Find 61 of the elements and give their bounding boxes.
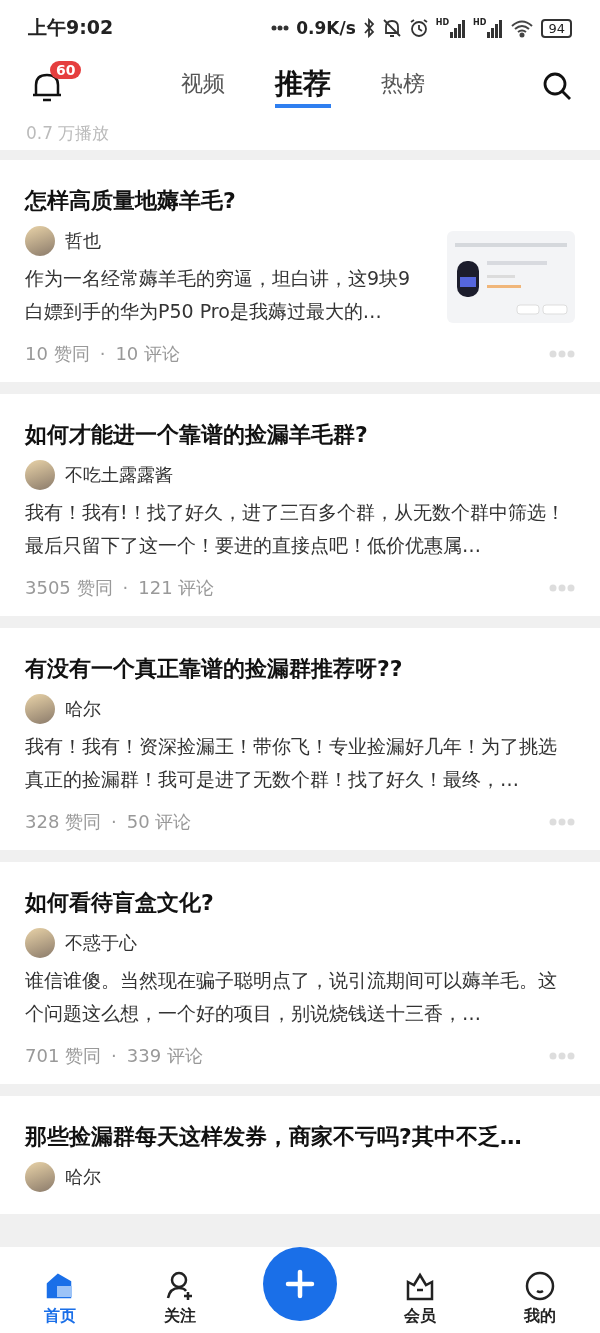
crown-box-icon <box>404 1270 436 1302</box>
search-icon[interactable] <box>542 71 572 101</box>
hd-label: HD <box>473 18 487 27</box>
notification-badge: 60 <box>50 61 82 79</box>
bluetooth-icon <box>362 18 375 38</box>
author-name[interactable]: 哈尔 <box>65 697 101 721</box>
network-speed: 0.9K/s <box>296 18 356 38</box>
nav-item[interactable]: 首页 <box>0 1270 120 1327</box>
feed-card[interactable]: 如何看待盲盒文化? 不惑于心 谁信谁傻。当然现在骗子聪明点了，说引流期间可以薅羊毛。这个问题这么想，一个好的项目，别说烧钱送十三香，… 701 赞同 · 339 评论 <box>0 862 600 1084</box>
dots-icon <box>271 25 290 31</box>
separator-dot: · <box>122 577 129 598</box>
signal-icon <box>450 18 467 38</box>
nav-item[interactable]: 会员 <box>360 1270 480 1327</box>
comment-count: 339 评论 <box>126 1045 203 1066</box>
author-name[interactable]: 不惑于心 <box>65 931 137 955</box>
question-title[interactable]: 有没有一个真正靠谱的捡漏群推荐呀?? <box>25 654 575 684</box>
feed-card[interactable]: 如何才能进一个靠谱的捡漏羊毛群? 不吃土露露酱 我有！我有!！找了好久，进了三百多个群，从无数个群中筛选！最后只留下了这一个！要进的直接点吧！低价优惠属… 3505 赞同 · 121 评论 <box>0 394 600 616</box>
comment-count: 10 评论 <box>115 343 180 364</box>
like-count: 701 赞同 <box>25 1045 102 1066</box>
separator-dot: · <box>111 1045 117 1066</box>
answer-excerpt: 作为一名经常薅羊毛的穷逼，坦白讲，这9块9白嫖到手的华为P50 Pro是我薅过最大的… <box>25 266 412 324</box>
feed-card[interactable]: 怎样高质量地薅羊毛? 哲也 作为一名经常薅羊毛的穷逼，坦白讲，这9块9白嫖到手的华为P50 Pro是我薅过最大的… 10 赞同 · 10 评论 <box>0 160 600 382</box>
view-count: 0.7 万播放 <box>26 122 110 145</box>
answer-excerpt: 我有！我有!！找了好久，进了三百多个群，从无数个群中筛选！最后只留下了这一个！要进的直接点吧！低价优惠属… <box>25 500 566 558</box>
question-title[interactable]: 怎样高质量地薅羊毛? <box>25 186 575 216</box>
feed-card[interactable]: 那些捡漏群每天这样发券，商家不亏吗?其中不乏… 哈尔 <box>0 1096 600 1214</box>
nav-item[interactable]: 我的 <box>480 1270 600 1327</box>
alarm-icon <box>408 18 429 38</box>
avatar[interactable] <box>25 226 55 256</box>
hd-label: HD <box>435 18 450 27</box>
tab[interactable]: 推荐 <box>275 64 331 108</box>
comment-count: 121 评论 <box>138 577 215 598</box>
separator-dot: · <box>99 343 106 364</box>
battery-level: 94 <box>541 18 572 38</box>
plus-icon <box>285 1269 315 1299</box>
question-title[interactable]: 如何看待盲盒文化? <box>25 888 575 918</box>
separator-dot: · <box>111 811 117 832</box>
author-name[interactable]: 哲也 <box>65 229 101 253</box>
comment-count: 50 评论 <box>126 811 192 832</box>
signal-icon <box>487 18 504 38</box>
avatar[interactable] <box>25 460 55 490</box>
like-count: 328 赞同 <box>25 811 102 832</box>
tab[interactable]: 热榜 <box>381 68 425 104</box>
answer-excerpt: 谁信谁傻。当然现在骗子聪明点了，说引流期间可以薅羊毛。这个问题这么想，一个好的项目，别说烧钱送十三香，… <box>25 968 558 1026</box>
tab[interactable]: 视频 <box>181 68 225 104</box>
nav-item[interactable]: 关注 <box>120 1270 240 1327</box>
like-count: 10 赞同 <box>25 343 90 364</box>
avatar[interactable] <box>25 694 55 724</box>
author-name[interactable]: 不吃土露露酱 <box>65 463 173 487</box>
answer-excerpt: 我有！我有！资深捡漏王！带你飞！专业捡漏好几年！为了挑选真正的捡漏群！我可是进了无数个群！找了好久！最终，… <box>25 734 558 792</box>
avatar[interactable] <box>25 928 55 958</box>
author-name[interactable]: 哈尔 <box>65 1165 101 1189</box>
feed-card[interactable]: 有没有一个真正靠谱的捡漏群推荐呀?? 哈尔 我有！我有！资深捡漏王！带你飞！专业捡漏好几年！为了挑选真正的捡漏群！我可是进了无数个群！找了好久！最终，… 328 赞同 · 50 评论 <box>0 628 600 850</box>
avatar[interactable] <box>25 1162 55 1192</box>
like-count: 3505 赞同 <box>25 577 113 598</box>
muted-bell-icon <box>381 18 402 38</box>
smiley-icon <box>524 1270 556 1302</box>
clock-time: 上午9:02 <box>28 15 114 40</box>
wifi-icon <box>510 18 535 38</box>
question-title[interactable]: 那些捡漏群每天这样发券，商家不亏吗?其中不乏… <box>25 1122 575 1152</box>
question-title[interactable]: 如何才能进一个靠谱的捡漏羊毛群? <box>25 420 575 450</box>
